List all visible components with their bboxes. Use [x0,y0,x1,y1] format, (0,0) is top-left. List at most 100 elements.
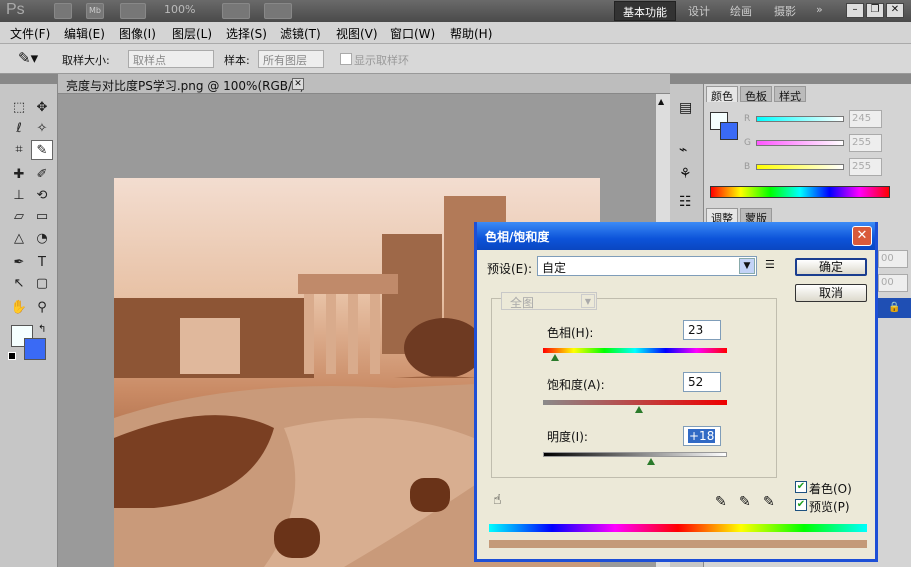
tab-styles[interactable]: 样式 [774,86,806,103]
channel-select[interactable]: 全图 ▼ [501,292,597,310]
eraser-tool-icon[interactable]: ▱ [8,207,30,227]
restore-icon[interactable]: ❐ [866,3,884,18]
colorize-checkbox[interactable]: ✔ [795,481,807,493]
saturation-slider-thumb[interactable] [635,406,643,413]
lock-icon[interactable]: 🔒 [878,298,911,318]
close-app-icon[interactable]: ✕ [886,3,904,18]
preset-select[interactable]: 自定 ▼ [537,256,757,276]
workspace-essentials[interactable]: 基本功能 [614,1,676,21]
dialog-close-icon[interactable]: ✕ [852,226,872,246]
eyedropper-tool-button-icon[interactable]: ✎ [31,140,53,160]
swap-colors-icon[interactable]: ↰ [38,324,46,335]
minibridge-icon[interactable]: Mb [86,3,104,19]
adjust-value-2[interactable]: 00 [878,274,908,292]
sample-size-select[interactable]: 取样点 [128,50,214,68]
shape-tool-icon[interactable]: ▢ [31,274,53,294]
targeted-adjust-icon[interactable]: ☝ [493,492,502,508]
bridge-icon[interactable] [54,3,72,19]
type-tool-icon[interactable]: T [31,253,53,273]
preview-checkbox[interactable]: ✔ [795,499,807,511]
lasso-tool-icon[interactable]: ℓ [8,119,30,139]
menu-edit[interactable]: 编辑(E) [64,25,105,42]
workspace-more-icon[interactable]: » [808,1,831,21]
strip-header [670,74,704,84]
arrange-docs-icon[interactable] [222,3,250,19]
marquee-tool-icon[interactable]: ⬚ [8,98,30,118]
eyedropper-icon[interactable]: ✎ [715,494,727,510]
panel-background-swatch[interactable] [720,122,738,140]
tab-swatches[interactable]: 色板 [740,86,772,103]
default-colors-icon[interactable] [8,352,16,360]
scroll-up-icon[interactable]: ▲ [658,97,664,106]
eyedropper-minus-icon[interactable]: ✎ [763,494,775,510]
background-color-swatch[interactable] [24,338,46,360]
menu-layer[interactable]: 图层(L) [172,25,212,42]
info-panel-icon[interactable]: ☷ [679,194,692,210]
stamp-tool-icon[interactable]: ⊥ [8,186,30,206]
show-ring-label: 显示取样环 [354,54,409,67]
brush-panel-icon[interactable]: ⌁ [679,142,687,158]
tab-color[interactable]: 颜色 [706,86,738,103]
move-tool-icon[interactable]: ✥ [31,98,53,118]
path-select-tool-icon[interactable]: ↖ [8,274,30,294]
lightness-input[interactable]: +18 [683,426,721,446]
workspace-painting[interactable]: 绘画 [722,1,760,21]
history-brush-tool-icon[interactable]: ⟲ [31,186,53,206]
quick-select-tool-icon[interactable]: ✧ [31,119,53,139]
brush-tool-icon[interactable]: ✐ [31,165,53,185]
channel-chevron-icon[interactable]: ▼ [581,294,595,308]
crop-tool-icon[interactable]: ⌗ [8,140,30,160]
hue-input[interactable]: 23 [683,320,721,340]
r-slider[interactable] [756,116,844,122]
ok-button[interactable]: 确定 [795,258,867,276]
source-spectrum-bar [489,524,867,532]
g-slider[interactable] [756,140,844,146]
menu-help[interactable]: 帮助(H) [450,25,492,42]
show-ring-checkbox[interactable] [340,53,352,65]
blur-tool-icon[interactable]: △ [8,229,30,249]
zoom-level[interactable]: 100% [164,3,195,16]
r-value[interactable]: 245 [849,110,882,128]
sample-select[interactable]: 所有图层 [258,50,324,68]
cancel-button[interactable]: 取消 [795,284,867,302]
menu-window[interactable]: 窗口(W) [390,25,435,42]
dialog-titlebar[interactable]: 色相/饱和度 ✕ [477,222,875,250]
lightness-slider-thumb[interactable] [647,458,655,465]
minimize-icon[interactable]: – [846,3,864,18]
zoom-tool-icon[interactable]: ⚲ [31,298,53,318]
workspace-photography[interactable]: 摄影 [766,1,804,21]
healing-tool-icon[interactable]: ✚ [8,165,30,185]
sample-label: 样本: [224,54,250,67]
menu-image[interactable]: 图像(I) [119,25,156,42]
eyedropper-plus-icon[interactable]: ✎ [739,494,751,510]
close-tab-icon[interactable]: ✕ [292,78,304,90]
pen-tool-icon[interactable]: ✒ [8,253,30,273]
saturation-gradient [543,400,727,405]
menu-select[interactable]: 选择(S) [226,25,267,42]
chevron-down-icon[interactable]: ▼ [739,258,755,274]
view-extras-icon[interactable] [120,3,146,19]
adjust-value-1[interactable]: 00 [878,250,908,268]
g-value[interactable]: 255 [849,134,882,152]
workspace-design[interactable]: 设计 [680,1,718,21]
b-value[interactable]: 255 [849,158,882,176]
history-panel-icon[interactable]: ▤ [679,100,692,116]
b-slider[interactable] [756,164,844,170]
preset-options-icon[interactable]: ☰ [765,258,775,271]
sample-size-label: 取样大小: [62,54,110,67]
hue-slider-thumb[interactable] [551,354,559,361]
saturation-input[interactable]: 52 [683,372,721,392]
menu-filter[interactable]: 滤镜(T) [280,25,321,42]
menu-file[interactable]: 文件(F) [10,25,50,42]
color-spectrum-bar[interactable] [710,186,890,198]
menu-view[interactable]: 视图(V) [336,25,378,42]
clone-source-icon[interactable]: ⚘ [679,166,692,182]
saturation-label: 饱和度(A): [547,378,605,392]
g-label: G [744,138,751,148]
hand-tool-icon[interactable]: ✋ [8,298,30,318]
eyedropper-tool-icon[interactable]: ✎▾ [18,49,38,67]
screen-mode-icon[interactable] [264,3,292,19]
dodge-tool-icon[interactable]: ◔ [31,229,53,249]
document-tab[interactable]: 亮度与对比度PS学习.png @ 100%(RGB/8) [66,77,304,94]
gradient-tool-icon[interactable]: ▭ [31,207,53,227]
